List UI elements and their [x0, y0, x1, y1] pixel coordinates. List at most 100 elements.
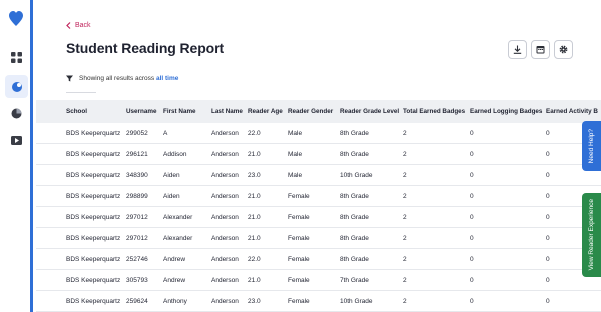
- table-row[interactable]: BDS Keeperquartz 252746 Andrew Anderson 22.0…: [36, 249, 601, 270]
- column-header[interactable]: Last Name: [211, 100, 243, 123]
- nav-reading-button[interactable]: [5, 75, 28, 98]
- table-row[interactable]: BDS Keeperquartz 297012 Alexander Anderson 2…: [36, 228, 601, 249]
- column-header[interactable]: Username: [126, 100, 156, 123]
- table-cell: 8th Grade: [340, 255, 369, 263]
- table-cell: BDS Keeperquartz: [66, 276, 121, 284]
- table-cell: BDS Keeperquartz: [66, 234, 121, 242]
- filter-icon[interactable]: [66, 75, 73, 82]
- table-cell: BDS Keeperquartz: [66, 255, 121, 263]
- table-cell: 0: [470, 213, 474, 221]
- filter-period-link[interactable]: all time: [156, 75, 178, 82]
- table-cell: 0: [470, 129, 474, 137]
- table-cell: 8th Grade: [340, 213, 369, 221]
- table-cell: 0: [546, 297, 550, 305]
- main-content: Back Student Reading Report Showing all …: [36, 0, 601, 312]
- table-cell: Anderson: [211, 171, 239, 179]
- toolbar: [508, 40, 573, 59]
- table-cell: 0: [546, 129, 550, 137]
- need-help-tab[interactable]: Need Help?: [582, 121, 601, 171]
- table-cell: 7th Grade: [340, 276, 369, 284]
- table-cell: BDS Keeperquartz: [66, 213, 121, 221]
- calendar-button[interactable]: [531, 40, 550, 59]
- table-cell: Anderson: [211, 150, 239, 158]
- table-row[interactable]: BDS Keeperquartz 296121 Addison Anderson 21.…: [36, 144, 601, 165]
- table-cell: 0: [546, 255, 550, 263]
- table-cell: Aiden: [163, 192, 180, 200]
- grid-icon: [11, 52, 22, 63]
- table-cell: Female: [288, 276, 310, 284]
- column-header[interactable]: School: [66, 100, 87, 123]
- table-cell: Aiden: [163, 171, 180, 179]
- heart-logo-icon[interactable]: [9, 11, 23, 27]
- table-cell: BDS Keeperquartz: [66, 192, 121, 200]
- divider: [66, 92, 96, 93]
- nav-reports-button[interactable]: [5, 102, 28, 125]
- table-row[interactable]: BDS Keeperquartz 299052 A Anderson 22.0 Male 8…: [36, 123, 601, 144]
- table-cell: 297012: [126, 213, 148, 221]
- column-header[interactable]: Reader Grade Level: [340, 100, 399, 123]
- table-cell: 0: [546, 276, 550, 284]
- table-cell: Addison: [163, 150, 187, 158]
- view-reader-experience-tab[interactable]: View Reader Experience: [582, 193, 601, 277]
- table-cell: 0: [470, 234, 474, 242]
- table-row[interactable]: BDS Keeperquartz 297012 Alexander Anderson 2…: [36, 207, 601, 228]
- nav-video-button[interactable]: [5, 129, 28, 152]
- sidebar: [0, 0, 33, 312]
- table-cell: Anderson: [211, 255, 239, 263]
- video-icon: [11, 136, 22, 145]
- table-cell: 0: [546, 171, 550, 179]
- table-cell: 23.0: [248, 297, 261, 305]
- table-cell: Female: [288, 255, 310, 263]
- table-cell: 2: [403, 234, 407, 242]
- table-cell: 2: [403, 192, 407, 200]
- column-header[interactable]: Earned Logging Badges: [470, 100, 542, 123]
- table-cell: 2: [403, 150, 407, 158]
- table-cell: Female: [288, 192, 310, 200]
- table-cell: 2: [403, 129, 407, 137]
- table-cell: 8th Grade: [340, 129, 369, 137]
- table-cell: 10th Grade: [340, 297, 373, 305]
- table-cell: Anderson: [211, 234, 239, 242]
- table-cell: Female: [288, 213, 310, 221]
- table-cell: 0: [470, 150, 474, 158]
- column-header[interactable]: Earned Activity B: [546, 100, 598, 123]
- nav-dashboard-button[interactable]: [5, 46, 28, 69]
- table-cell: 21.0: [248, 150, 261, 158]
- table-cell: Andrew: [163, 276, 186, 284]
- table-cell: 23.0: [248, 171, 261, 179]
- back-link[interactable]: Back: [66, 22, 91, 29]
- table-cell: Alexander: [163, 213, 193, 221]
- table-cell: 8th Grade: [340, 150, 369, 158]
- table-cell: 296121: [126, 150, 148, 158]
- table-row[interactable]: BDS Keeperquartz 259624 Anthony Anderson 23.…: [36, 291, 601, 312]
- table-cell: 0: [546, 150, 550, 158]
- table-row[interactable]: BDS Keeperquartz 298899 Aiden Anderson 21.0 F…: [36, 186, 601, 207]
- table-cell: Anderson: [211, 192, 239, 200]
- filter-summary: Showing all results across all time: [66, 75, 178, 82]
- table-cell: 0: [546, 192, 550, 200]
- table-cell: Male: [288, 150, 303, 158]
- table-cell: 0: [470, 297, 474, 305]
- table-cell: 21.0: [248, 192, 261, 200]
- table-cell: Female: [288, 297, 310, 305]
- gear-icon: [559, 45, 568, 54]
- table-cell: BDS Keeperquartz: [66, 150, 121, 158]
- table-cell: 297012: [126, 234, 148, 242]
- column-header[interactable]: Reader Age: [248, 100, 283, 123]
- column-header[interactable]: Reader Gender: [288, 100, 333, 123]
- table-cell: 259624: [126, 297, 148, 305]
- table-cell: 0: [470, 255, 474, 263]
- column-header[interactable]: Total Earned Badges: [403, 100, 465, 123]
- table-row[interactable]: BDS Keeperquartz 348390 Aiden Anderson 23.0 M…: [36, 165, 601, 186]
- table-row[interactable]: BDS Keeperquartz 305793 Andrew Anderson 21.0…: [36, 270, 601, 291]
- chevron-left-icon: [66, 22, 71, 29]
- table-cell: 21.0: [248, 276, 261, 284]
- download-button[interactable]: [508, 40, 527, 59]
- column-header[interactable]: First Name: [163, 100, 196, 123]
- table-header: School Username First Name Last Name Reader …: [36, 100, 601, 123]
- table-cell: 2: [403, 297, 407, 305]
- settings-button[interactable]: [554, 40, 573, 59]
- download-icon: [513, 45, 522, 54]
- table-cell: 21.0: [248, 234, 261, 242]
- table-cell: BDS Keeperquartz: [66, 171, 121, 179]
